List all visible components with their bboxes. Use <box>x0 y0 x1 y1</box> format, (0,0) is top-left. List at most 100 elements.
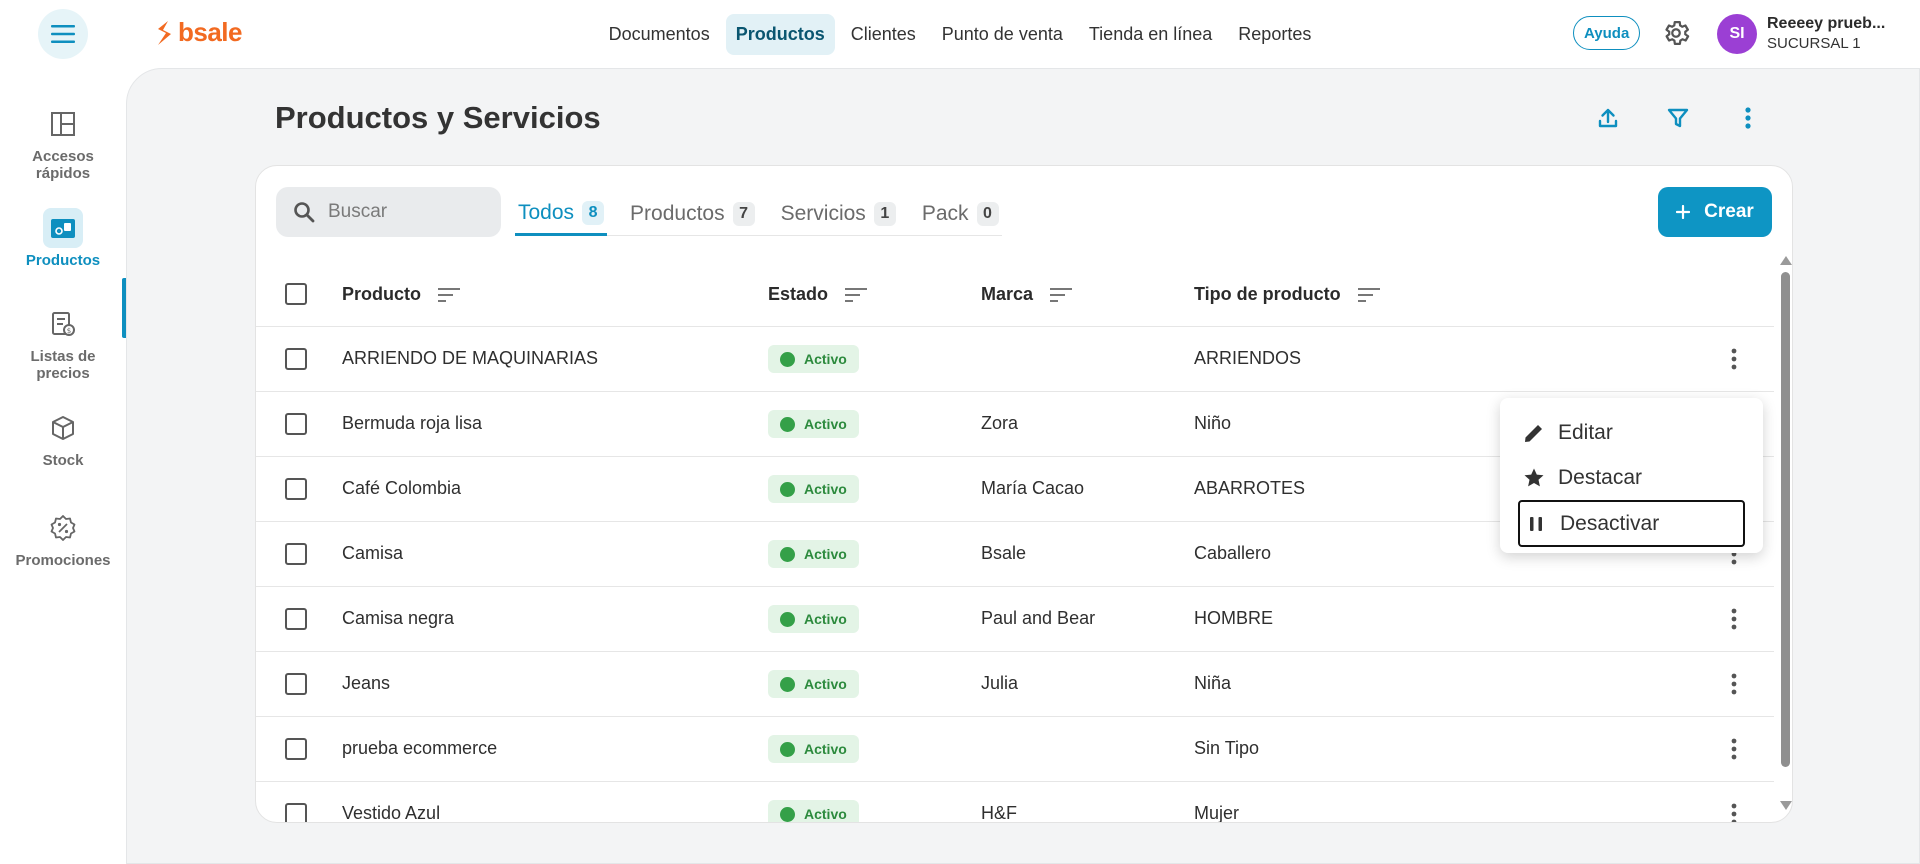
product-type: Caballero <box>1194 543 1272 563</box>
create-label: Crear <box>1704 201 1754 222</box>
gear-icon <box>1665 21 1690 45</box>
settings-button[interactable] <box>1660 18 1692 50</box>
sidebar-item-promociones[interactable]: Promociones <box>0 508 126 569</box>
row-checkbox[interactable] <box>285 608 307 630</box>
export-button[interactable] <box>1590 100 1626 136</box>
tab-count: 1 <box>873 202 896 226</box>
table-row[interactable]: Vestido Azul Activo H&F Mujer <box>256 782 1774 823</box>
status-dot <box>780 416 795 432</box>
tab-productos[interactable]: Productos 7 <box>627 192 758 236</box>
upload-icon <box>1598 108 1618 128</box>
nav-documentos[interactable]: Documentos <box>599 14 720 55</box>
nav-productos[interactable]: Productos <box>725 14 835 55</box>
scroll-up-arrow-icon[interactable] <box>1780 256 1792 265</box>
product-name: prueba ecommerce <box>342 738 498 758</box>
product-type: Mujer <box>1194 803 1240 823</box>
nav-reportes[interactable]: Reportes <box>1228 14 1321 55</box>
scroll-down-arrow-icon[interactable] <box>1780 801 1792 810</box>
table-row[interactable]: Jeans Activo Julia Niña <box>256 652 1774 717</box>
pencil-icon <box>1525 424 1542 442</box>
more-options-button[interactable] <box>1730 100 1766 136</box>
brand: Julia <box>981 673 1019 693</box>
tab-servicios[interactable]: Servicios 1 <box>778 192 899 236</box>
scroll-thumb[interactable] <box>1781 272 1790 767</box>
row-checkbox[interactable] <box>285 413 307 435</box>
table-row[interactable]: ARRIENDO DE MAQUINARIAS Activo ARRIENDOS <box>256 327 1774 392</box>
table-header: Producto Estado Marca Tipo de producto <box>256 262 1774 327</box>
sidebar-item-listas-de-precios[interactable]: $ Listas de precios <box>0 304 126 382</box>
sidebar-item-stock[interactable]: Stock <box>0 408 126 469</box>
nav-clientes[interactable]: Clientes <box>841 14 926 55</box>
table-row[interactable]: prueba ecommerce Activo Sin Tipo <box>256 717 1774 782</box>
status-badge: Activo <box>768 475 859 503</box>
status-dot <box>780 611 795 627</box>
menu-item-desactivar[interactable]: Desactivar <box>1518 500 1745 547</box>
price-list-icon: $ <box>43 304 83 344</box>
row-checkbox[interactable] <box>285 348 307 370</box>
sidebar-item-label: Promociones <box>15 552 111 569</box>
product-type: ARRIENDOS <box>1194 348 1302 368</box>
star-icon <box>1524 468 1544 486</box>
sidebar-item-accesos-rapidos[interactable]: Accesos rápidos <box>0 104 126 182</box>
product-name: ARRIENDO DE MAQUINARIAS <box>342 348 599 368</box>
avatar[interactable]: SI <box>1717 14 1757 54</box>
kebab-icon <box>1731 348 1737 370</box>
filter-button[interactable] <box>1660 100 1696 136</box>
row-actions-button[interactable] <box>1718 798 1750 822</box>
sort-icon[interactable] <box>1357 286 1381 304</box>
status-label: Activo <box>804 806 847 822</box>
menu-item-label: Desactivar <box>1560 511 1660 535</box>
column-label: Producto <box>342 284 421 304</box>
user-info[interactable]: Reeeey prueb... SUCURSAL 1 <box>1767 15 1897 52</box>
brand: Zora <box>981 413 1019 433</box>
create-button[interactable]: Crear <box>1658 187 1772 237</box>
sort-icon[interactable] <box>1049 286 1073 304</box>
column-estado[interactable]: Estado <box>768 284 868 305</box>
tab-count: 0 <box>976 202 999 226</box>
column-marca[interactable]: Marca <box>981 284 1073 305</box>
row-actions-button[interactable] <box>1718 343 1750 375</box>
product-type: HOMBRE <box>1194 608 1274 628</box>
product-name: Camisa <box>342 543 404 563</box>
row-checkbox[interactable] <box>285 673 307 695</box>
column-tipo-de-producto[interactable]: Tipo de producto <box>1194 284 1381 305</box>
table-row[interactable]: Camisa negra Activo Paul and Bear HOMBRE <box>256 587 1774 652</box>
status-dot <box>780 806 795 822</box>
sort-icon[interactable] <box>844 286 868 304</box>
row-checkbox[interactable] <box>285 478 307 500</box>
kebab-icon <box>1731 608 1737 630</box>
sort-icon[interactable] <box>437 286 461 304</box>
tab-todos[interactable]: Todos 8 <box>515 192 608 236</box>
nav-tienda-en-linea[interactable]: Tienda en línea <box>1079 14 1222 55</box>
select-all-checkbox[interactable] <box>285 283 307 305</box>
row-checkbox[interactable] <box>285 738 307 760</box>
status-badge: Activo <box>768 410 859 438</box>
column-producto[interactable]: Producto <box>342 284 461 305</box>
status-label: Activo <box>804 481 847 497</box>
tab-label: Pack <box>921 202 969 225</box>
help-button[interactable]: Ayuda <box>1573 16 1641 50</box>
row-checkbox[interactable] <box>285 543 307 565</box>
kebab-icon <box>1745 107 1751 129</box>
status-badge: Activo <box>768 605 859 633</box>
sidebar-item-label: Listas de precios <box>30 348 96 382</box>
search-box[interactable] <box>276 187 501 237</box>
row-actions-button[interactable] <box>1718 668 1750 700</box>
menu-item-destacar[interactable]: Destacar <box>1500 455 1763 500</box>
table-scrollbar[interactable] <box>1777 256 1792 811</box>
row-actions-button[interactable] <box>1718 603 1750 635</box>
sidebar-item-productos[interactable]: Productos <box>0 208 126 269</box>
menu-item-editar[interactable]: Editar <box>1500 410 1763 455</box>
sidebar: Accesos rápidos Productos $ Listas de pr… <box>0 68 126 864</box>
product-name: Vestido Azul <box>342 803 441 823</box>
sidebar-item-label: Productos <box>25 252 101 269</box>
product-name: Camisa negra <box>342 608 455 628</box>
nav-punto-de-venta[interactable]: Punto de venta <box>932 14 1073 55</box>
tab-count: 8 <box>582 200 605 225</box>
kebab-icon <box>1731 673 1737 695</box>
row-actions-button[interactable] <box>1718 733 1750 765</box>
product-type: Niña <box>1194 673 1232 693</box>
row-checkbox[interactable] <box>285 803 307 822</box>
tab-pack[interactable]: Pack 0 <box>919 192 1002 236</box>
search-input[interactable] <box>328 201 478 223</box>
